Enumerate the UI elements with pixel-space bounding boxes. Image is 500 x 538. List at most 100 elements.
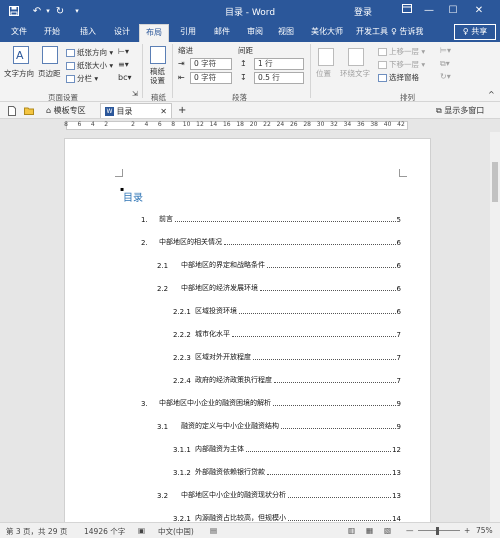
toc-entry-number: 2.2.3 [173,354,191,362]
zoom-in-button[interactable]: + [464,526,470,535]
login-link[interactable]: 登录 [354,5,372,18]
proofing-icon[interactable]: ▣ [138,526,145,535]
toc-entry[interactable]: 2.2.2 城市化水平 7 [173,329,401,339]
zoom-out-button[interactable]: — [406,526,414,535]
ruler-number: 4 [90,121,95,128]
tab-file[interactable]: 文件 [11,26,27,37]
breaks-icon[interactable]: ⊢▾ [118,47,129,56]
macro-icon[interactable]: ▤ [210,526,217,535]
position-button[interactable]: 位置 [316,68,331,79]
orientation-button[interactable]: 纸张方向 ▾ [66,47,113,58]
toc-entry-page: 13 [392,492,401,500]
toc-entry[interactable]: 3.2.1 内源融资占比较高，但规模小 14 [173,513,401,522]
tell-me-input[interactable]: ♀ 告诉我 [391,26,423,37]
toc-entry-page: 6 [396,262,401,270]
toc-entry[interactable]: 3.1 融资的定义与中小企业融资结构 9 [157,421,401,431]
close-tab-icon[interactable]: ✕ [160,104,167,119]
indent-left-input[interactable]: 0 字符 [190,58,232,70]
bring-forward-button[interactable]: 上移一层 ▾ [378,46,425,57]
toc-entry-number: 2.2.1 [173,308,191,316]
toc-entry-page: 7 [396,377,401,385]
tab-developer[interactable]: 开发工具 [356,26,388,37]
share-button[interactable]: ♀ 共享 [454,24,496,40]
toc-entry[interactable]: 3. 中部地区中小企业的融资困境的解析 9 [141,398,401,408]
svg-text:A: A [16,49,24,62]
hyphenation-icon[interactable]: bc▾ [118,73,132,82]
toc-entry[interactable]: 2.2.3 区域对外开放程度 7 [173,352,401,362]
scrollbar-thumb[interactable] [492,162,498,202]
tab-review[interactable]: 审阅 [247,26,263,37]
save-icon[interactable] [8,4,20,18]
tab-layout[interactable]: 布局 [139,24,169,42]
customize-quick-access-icon[interactable]: ▾ [72,4,82,18]
toc-entry[interactable]: 2. 中部地区的相关情况 6 [141,237,401,247]
align-icon[interactable]: ⊨▾ [440,46,451,55]
tab-home[interactable]: 开始 [44,26,60,37]
indent-right-input[interactable]: 0 字符 [190,72,232,84]
undo-icon[interactable]: ↶ [30,4,44,18]
page-count[interactable]: 第 3 页，共 29 页 [6,526,67,537]
collapse-ribbon-icon[interactable]: ^ [488,90,495,99]
new-doc-icon[interactable] [4,103,20,118]
toc-entry[interactable]: 1. 前言 5 [141,214,401,224]
toc-entry-page: 7 [396,354,401,362]
print-layout-icon[interactable]: ▦ [366,526,373,535]
web-layout-icon[interactable]: ▧ [384,526,391,535]
document-page[interactable]: ▪ 目录 1. 前言 5 2. 中部地区的相关情况 6 2.1 中部地区的界定和战略条件 6 2.… [64,138,431,522]
tab-template[interactable]: ⌂ 模板专区 [42,103,90,118]
chevron-down-icon[interactable]: ▾ [44,4,52,18]
zoom-slider[interactable] [418,530,460,531]
toc-entry[interactable]: 3.1.1 内部融资为主体 12 [173,444,401,454]
add-tab-button[interactable]: + [174,103,190,118]
margins-button[interactable]: 页边距 [38,68,61,79]
zoom-level[interactable]: 75% [476,526,493,535]
read-mode-icon[interactable]: ▥ [348,526,355,535]
toc-entry-text: 中部地区的经济发展环境 [181,284,258,292]
wrap-text-button[interactable]: 环绕文字 [340,68,370,79]
tab-beautify[interactable]: 美化大师 [311,26,343,37]
close-button[interactable]: ✕ [470,3,488,19]
minimize-button[interactable]: — [420,3,438,19]
vertical-scrollbar[interactable] [490,132,500,522]
spacing-after-input[interactable]: 0.5 行 [254,72,304,84]
selection-pane-icon [378,74,387,82]
send-backward-button[interactable]: 下移一层 ▾ [378,59,425,70]
toc-entry[interactable]: 2.1 中部地区的界定和战略条件 6 [157,260,401,270]
dialog-launcher-icon[interactable]: ⇲ [132,90,138,98]
toc-entry-page: 5 [396,216,401,224]
word-doc-icon: W [105,107,114,116]
line-numbers-icon[interactable]: ≡▾ [118,60,129,69]
text-direction-button[interactable]: 文字方向 [4,68,34,79]
toc-entry[interactable]: 2.2.1 区域投资环境 6 [173,306,401,316]
zoom-slider-knob[interactable] [436,527,439,535]
selection-pane-button[interactable]: 选择窗格 [378,72,419,83]
ribbon-display-icon[interactable] [398,3,416,19]
group-icon[interactable]: ⧉▾ [440,59,450,69]
tab-view[interactable]: 视图 [278,26,294,37]
tab-insert[interactable]: 插入 [80,26,96,37]
size-button[interactable]: 纸张大小 ▾ [66,60,113,71]
document-tab-bar: ⌂ 模板专区 W 目录 ✕ + ⧉ 显示多窗口 [0,102,500,119]
tab-mailings[interactable]: 邮件 [214,26,230,37]
tab-references[interactable]: 引用 [180,26,196,37]
ruler-number: 16 [222,121,231,128]
toc-entry[interactable]: 2.2.4 政府的经济政策执行程度 7 [173,375,401,385]
maximize-button[interactable]: ☐ [444,3,462,19]
manuscript-button[interactable]: 稿纸 设置 [150,67,165,85]
folder-icon[interactable] [20,103,38,118]
ruler-number: 14 [209,121,218,128]
language[interactable]: 中文(中国) [158,526,194,537]
toc-entry[interactable]: 3.1.2 外部融资依赖银行贷款 13 [173,467,401,477]
tab-design[interactable]: 设计 [114,26,130,37]
spacing-before-input[interactable]: 1 行 [254,58,304,70]
word-count[interactable]: 14926 个字 [84,526,125,537]
rotate-icon[interactable]: ↻▾ [440,72,451,81]
ruler-number: 32 [330,121,338,128]
ruler-number: 28 [303,121,311,128]
tab-current-doc[interactable]: W 目录 ✕ [100,103,172,118]
columns-button[interactable]: 分栏 ▾ [66,73,98,84]
show-multi-window-button[interactable]: ⧉ 显示多窗口 [432,103,488,118]
redo-icon[interactable]: ↻ [54,4,66,18]
toc-entry[interactable]: 2.2 中部地区的经济发展环境 6 [157,283,401,293]
toc-entry[interactable]: 3.2 中部地区中小企业的融资现状分析 13 [157,490,401,500]
